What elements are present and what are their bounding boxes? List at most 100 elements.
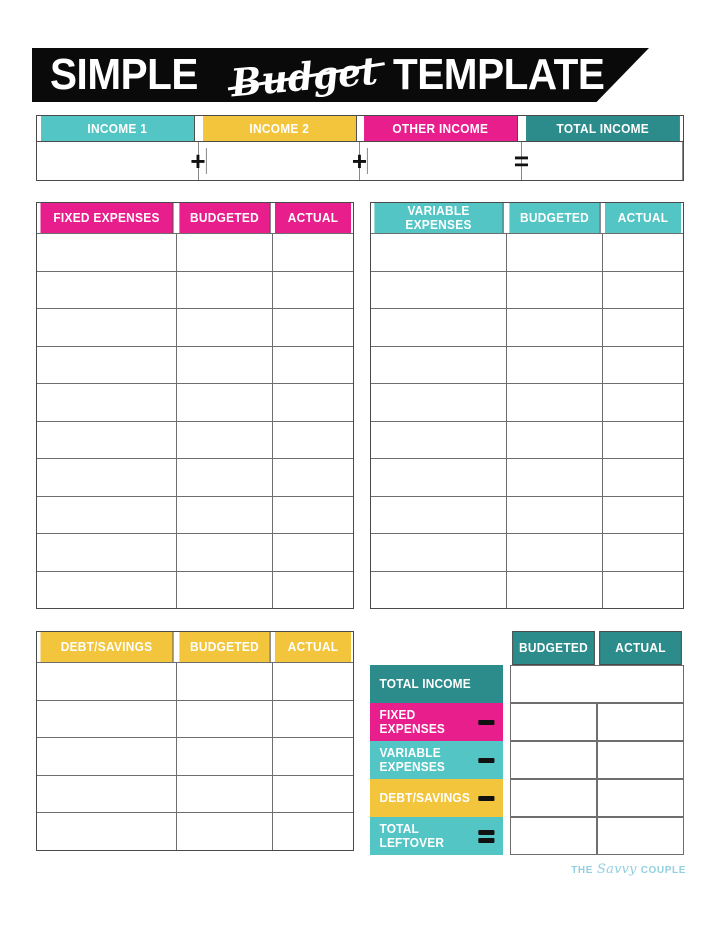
fixed-expenses-cell-r5-c1[interactable] <box>37 384 177 421</box>
variable-expenses-cell-r7-c2[interactable] <box>507 459 603 496</box>
debt-savings-cell-r2-c2[interactable] <box>177 700 273 737</box>
summary-actual-r5[interactable] <box>597 817 684 855</box>
summary-header-1: BUDGETED <box>512 631 595 665</box>
variable-expenses-cell-r4-c1[interactable] <box>371 346 507 383</box>
fixed-expenses-cell-r5-c3[interactable] <box>273 384 353 421</box>
fixed-expenses-cell-r8-c2[interactable] <box>177 496 273 533</box>
fixed-expenses-cell-r5-c2[interactable] <box>177 384 273 421</box>
variable-expenses-cell-r2-c1[interactable] <box>371 271 507 308</box>
income-value-cell-3[interactable] <box>360 142 522 180</box>
summary-header-spacer <box>370 631 510 665</box>
variable-expenses-cell-r1-c1[interactable] <box>371 234 507 271</box>
fixed-expenses-cell-r4-c1[interactable] <box>37 346 177 383</box>
fixed-expenses-cell-r2-c2[interactable] <box>177 271 273 308</box>
debt-savings-cell-r4-c1[interactable] <box>37 775 177 812</box>
fixed-expenses-cell-r3-c3[interactable] <box>273 309 353 346</box>
variable-expenses-cell-r1-c3[interactable] <box>603 234 683 271</box>
income-value-cell-2[interactable] <box>198 142 360 180</box>
variable-expenses-cell-r7-c3[interactable] <box>603 459 683 496</box>
summary-label-text: TOTAL INCOME <box>379 677 471 691</box>
summary-actual-r2[interactable] <box>597 703 684 741</box>
fixed-expenses-cell-r9-c2[interactable] <box>177 534 273 571</box>
debt-savings-cell-r1-c2[interactable] <box>177 663 273 700</box>
fixed-expenses-cell-r4-c2[interactable] <box>177 346 273 383</box>
fixed-expenses-cell-r7-c1[interactable] <box>37 459 177 496</box>
fixed-expenses-cell-r10-c2[interactable] <box>177 571 273 608</box>
variable-expenses-cell-r7-c1[interactable] <box>371 459 507 496</box>
fixed-expenses-cell-r1-c1[interactable] <box>37 234 177 271</box>
variable-expenses-cell-r3-c2[interactable] <box>507 309 603 346</box>
summary-actual-r3[interactable] <box>597 741 684 779</box>
variable-expenses-cell-r5-c2[interactable] <box>507 384 603 421</box>
variable-expenses-cell-r2-c3[interactable] <box>603 271 683 308</box>
debt-savings-cell-r4-c2[interactable] <box>177 775 273 812</box>
fixed-expenses-cell-r8-c3[interactable] <box>273 496 353 533</box>
brand-savvy: Savvy <box>597 862 637 877</box>
variable-expenses-cell-r10-c3[interactable] <box>603 571 683 608</box>
fixed-expenses-cell-r9-c3[interactable] <box>273 534 353 571</box>
variable-expenses-cell-r6-c3[interactable] <box>603 421 683 458</box>
brand-the: THE <box>571 865 594 876</box>
fixed-expenses-cell-r6-c2[interactable] <box>177 421 273 458</box>
variable-expenses-cell-r3-c3[interactable] <box>603 309 683 346</box>
variable-expenses-cell-r4-c2[interactable] <box>507 346 603 383</box>
debt-savings-cell-r4-c3[interactable] <box>273 775 353 812</box>
fixed-expenses-cell-r4-c3[interactable] <box>273 346 353 383</box>
summary-value-merged-1[interactable] <box>510 665 684 703</box>
fixed-expenses-cell-r1-c2[interactable] <box>177 234 273 271</box>
variable-expenses-cell-r8-c1[interactable] <box>371 496 507 533</box>
variable-expenses-cell-r8-c2[interactable] <box>507 496 603 533</box>
variable-expenses-cell-r5-c1[interactable] <box>371 384 507 421</box>
income-value-cell-4[interactable] <box>521 142 683 180</box>
variable-expenses-cell-r9-c1[interactable] <box>371 534 507 571</box>
banner-text-group: SIMPLE Budget TEMPLATE <box>32 48 649 106</box>
debt-savings-cell-r5-c1[interactable] <box>37 813 177 850</box>
fixed-expenses-cell-r7-c3[interactable] <box>273 459 353 496</box>
fixed-expenses-cell-r2-c3[interactable] <box>273 271 353 308</box>
fixed-expenses-cell-r7-c2[interactable] <box>177 459 273 496</box>
fixed-expenses-cell-r6-c1[interactable] <box>37 421 177 458</box>
minus-icon <box>478 757 495 763</box>
summary-budgeted-r3[interactable] <box>510 741 597 779</box>
variable-expenses-cell-r5-c3[interactable] <box>603 384 683 421</box>
variable-expenses-cell-r8-c3[interactable] <box>603 496 683 533</box>
variable-expenses-cell-r3-c1[interactable] <box>371 309 507 346</box>
summary-label-1: TOTAL INCOME <box>370 665 503 703</box>
summary-actual-r4[interactable] <box>597 779 684 817</box>
summary-budgeted-r4[interactable] <box>510 779 597 817</box>
fixed-expenses-cell-r3-c1[interactable] <box>37 309 177 346</box>
variable-expenses-cell-r9-c2[interactable] <box>507 534 603 571</box>
variable-expenses-cell-r9-c3[interactable] <box>603 534 683 571</box>
summary-label-3: VARIABLE EXPENSES <box>370 741 503 779</box>
fixed-expenses-cell-r9-c1[interactable] <box>37 534 177 571</box>
fixed-expenses-cell-r3-c2[interactable] <box>177 309 273 346</box>
variable-expenses-cell-r6-c2[interactable] <box>507 421 603 458</box>
fixed-expenses-cell-r6-c3[interactable] <box>273 421 353 458</box>
summary-budgeted-r5[interactable] <box>510 817 597 855</box>
debt-savings-cell-r2-c3[interactable] <box>273 700 353 737</box>
debt-savings-cell-r2-c1[interactable] <box>37 700 177 737</box>
fixed-expenses-cell-r10-c3[interactable] <box>273 571 353 608</box>
fixed-expenses-cell-r2-c1[interactable] <box>37 271 177 308</box>
debt-savings-cell-r3-c3[interactable] <box>273 738 353 775</box>
variable-expenses-cell-r4-c3[interactable] <box>603 346 683 383</box>
variable-expenses-cell-r6-c1[interactable] <box>371 421 507 458</box>
variable-expenses-cell-r1-c2[interactable] <box>507 234 603 271</box>
debt-savings-cell-r1-c1[interactable] <box>37 663 177 700</box>
debt-savings-cell-r3-c1[interactable] <box>37 738 177 775</box>
fixed-expenses-cell-r10-c1[interactable] <box>37 571 177 608</box>
debt-savings-cell-r3-c2[interactable] <box>177 738 273 775</box>
income-value-cell-1[interactable] <box>37 142 199 180</box>
fixed-expenses-cell-r8-c1[interactable] <box>37 496 177 533</box>
table-row <box>371 383 683 421</box>
table-row <box>371 495 683 533</box>
debt-savings-cell-r1-c3[interactable] <box>273 663 353 700</box>
debt-savings-cell-r5-c3[interactable] <box>273 813 353 850</box>
variable-expenses-cell-r2-c2[interactable] <box>507 271 603 308</box>
summary-label-2: FIXED EXPENSES <box>370 703 503 741</box>
variable-expenses-cell-r10-c2[interactable] <box>507 571 603 608</box>
summary-budgeted-r2[interactable] <box>510 703 597 741</box>
debt-savings-cell-r5-c2[interactable] <box>177 813 273 850</box>
variable-expenses-cell-r10-c1[interactable] <box>371 571 507 608</box>
fixed-expenses-cell-r1-c3[interactable] <box>273 234 353 271</box>
